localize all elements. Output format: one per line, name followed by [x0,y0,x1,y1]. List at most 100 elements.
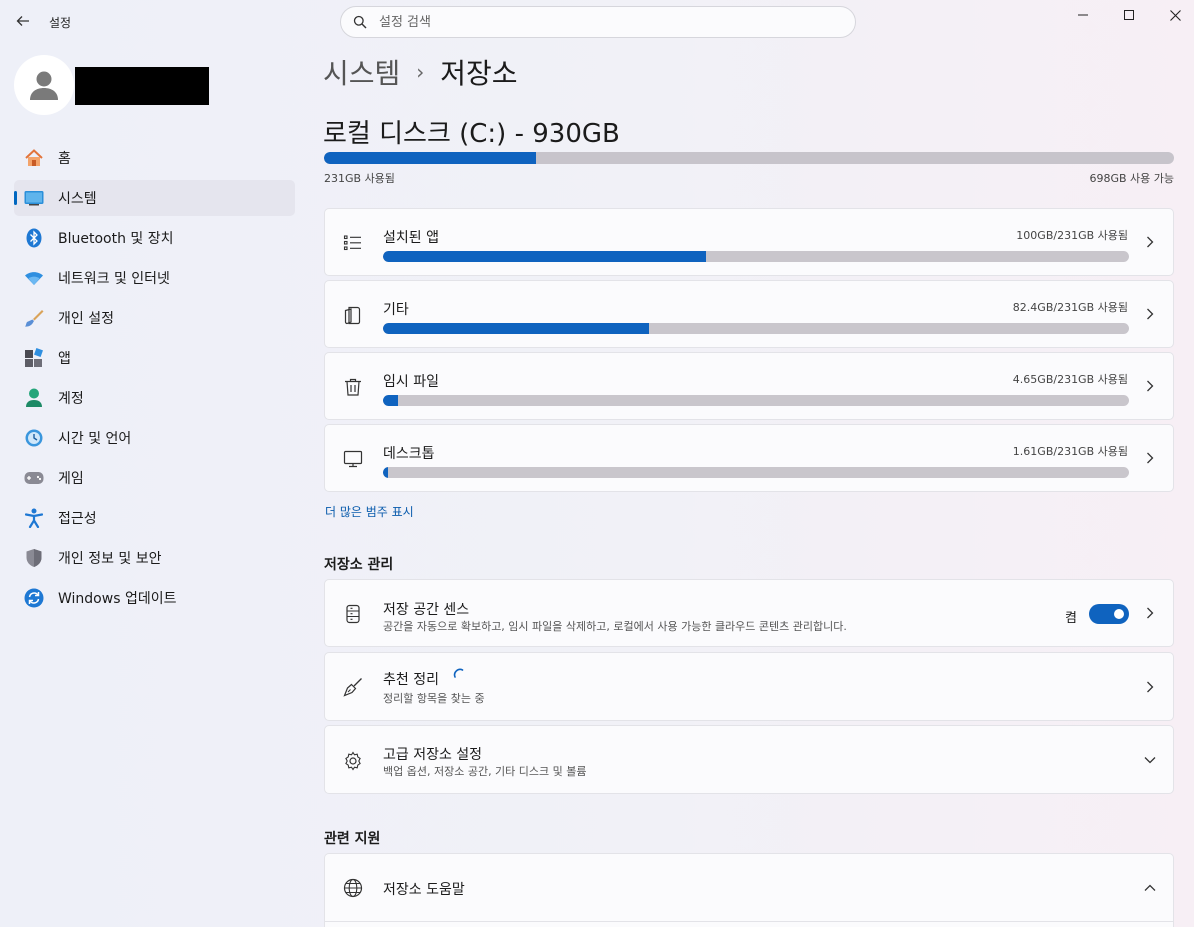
trash-icon [345,378,361,396]
bluetooth-icon [24,228,44,248]
home-icon [24,148,44,168]
more-categories-link[interactable]: 더 많은 범주 표시 [325,503,414,520]
app-title: 설정 [49,16,72,30]
sidebar-item-bluetooth[interactable]: Bluetooth 및 장치 [14,220,295,256]
sidebar-item-network[interactable]: 네트워크 및 인터넷 [14,260,295,296]
divider [325,921,1173,922]
sidebar-item-system[interactable]: 시스템 [14,180,295,216]
minimize-icon [1078,14,1088,16]
document-icon [344,306,361,325]
chevron-up-icon [1141,879,1159,897]
chevron-right-icon [1141,678,1159,696]
category-usage-bar [383,251,1129,262]
sidebar-item-label: 개인 정보 및 보안 [58,551,162,567]
disk-usage-fill [324,152,536,164]
sidebar-item-label: 게임 [58,471,84,487]
category-desktop[interactable]: 데스크톱 1.61GB/231GB 사용됨 [324,424,1174,492]
category-usage-fill [383,251,707,262]
disk-usage-bar [324,152,1174,164]
storage-help-title: 저장소 도움말 [383,882,465,898]
sidebar-nav: 홈 시스템 Bluetooth 및 장치 네트워크 및 인터넷 개인 설정 앱 [14,140,295,620]
minimize-button[interactable] [1061,4,1105,26]
sidebar-item-label: 네트워크 및 인터넷 [58,271,170,287]
sidebar-item-time-language[interactable]: 시간 및 언어 [14,420,295,456]
apps-icon [24,348,44,368]
cleanup-recommendations-card[interactable]: 추천 정리 정리할 항목을 찾는 중 [324,652,1174,721]
page-title: 저장소 [440,57,518,90]
category-label: 데스크톱 [383,446,435,462]
category-size: 1.61GB/231GB 사용됨 [1012,445,1128,458]
sidebar-item-apps[interactable]: 앱 [14,340,295,376]
category-usage-bar [383,467,1129,478]
monitor-icon [343,450,363,468]
storage-management-heading: 저장소 관리 [324,557,394,573]
maximize-button[interactable] [1107,4,1151,26]
sidebar-item-privacy[interactable]: 개인 정보 및 보안 [14,540,295,576]
back-arrow-icon [16,16,29,26]
sidebar-item-personalization[interactable]: 개인 설정 [14,300,295,336]
category-label: 기타 [383,302,409,318]
gamepad-icon [24,468,44,488]
advanced-settings-title: 고급 저장소 설정 [383,747,483,763]
close-icon [1169,9,1181,21]
search-input[interactable] [379,14,855,30]
storage-drive-icon [346,604,360,624]
cleanup-title: 추천 정리 [383,672,439,688]
accessibility-icon [24,508,44,528]
chevron-right-icon [1141,604,1159,622]
sidebar-item-home[interactable]: 홈 [14,140,295,176]
avatar[interactable] [14,55,74,115]
time-language-icon [24,428,44,448]
category-installed-apps[interactable]: 설치된 앱 100GB/231GB 사용됨 [324,208,1174,276]
sidebar-item-windows-update[interactable]: Windows 업데이트 [14,580,295,616]
toggle-state-label: 켬 [1065,611,1077,626]
storage-help-card[interactable]: 저장소 도움말 [324,853,1174,927]
breadcrumb-separator: › [416,60,425,84]
toggle-knob [1114,609,1124,619]
disk-used-label: 231GB 사용됨 [324,172,395,185]
sidebar-item-gaming[interactable]: 게임 [14,460,295,496]
advanced-storage-settings-card[interactable]: 고급 저장소 설정 백업 옵션, 저장소 공간, 기타 디스크 및 볼륨 [324,725,1174,794]
category-label: 임시 파일 [383,374,439,390]
sidebar-item-label: 앱 [58,351,71,367]
shield-icon [24,548,44,568]
sidebar-item-label: 시스템 [58,191,97,207]
search-box[interactable] [340,6,856,38]
list-icon [343,235,361,251]
category-size: 100GB/231GB 사용됨 [1016,229,1128,242]
search-icon [353,15,367,29]
username-redacted [75,67,209,105]
sidebar-item-accounts[interactable]: 계정 [14,380,295,416]
sidebar-item-accessibility[interactable]: 접근성 [14,500,295,536]
chevron-right-icon [1141,377,1159,395]
category-temp-files[interactable]: 임시 파일 4.65GB/231GB 사용됨 [324,352,1174,420]
storage-sense-toggle[interactable] [1089,604,1129,624]
category-usage-bar [383,323,1129,334]
related-support-heading: 관련 지원 [324,831,381,847]
chevron-right-icon [1141,233,1159,251]
sidebar-item-label: Windows 업데이트 [58,591,177,607]
sidebar-item-label: 접근성 [58,511,97,527]
breadcrumb: 시스템 › 저장소 [323,52,518,92]
sidebar-item-label: Bluetooth 및 장치 [58,231,174,247]
category-usage-fill [383,323,650,334]
maximize-icon [1124,10,1134,20]
loading-spinner-icon [453,668,464,678]
category-usage-fill [383,467,389,478]
sidebar-item-label: 시간 및 언어 [58,431,132,447]
close-button[interactable] [1153,4,1194,26]
storage-sense-title: 저장 공간 센스 [383,602,470,618]
wifi-icon [24,268,44,288]
broom-icon [343,678,362,697]
chevron-right-icon [1141,449,1159,467]
category-label: 설치된 앱 [383,230,439,246]
sidebar-item-label: 계정 [58,391,84,407]
gear-icon [345,751,361,771]
storage-sense-card[interactable]: 저장 공간 센스 공간을 자동으로 확보하고, 임시 파일을 삭제하고, 로컬에… [324,579,1174,647]
back-button[interactable] [12,10,34,32]
sidebar-item-label: 홈 [58,151,71,167]
category-other[interactable]: 기타 82.4GB/231GB 사용됨 [324,280,1174,348]
disk-free-label: 698GB 사용 가능 [1089,172,1174,185]
breadcrumb-parent[interactable]: 시스템 [323,52,400,92]
globe-icon [343,878,363,898]
